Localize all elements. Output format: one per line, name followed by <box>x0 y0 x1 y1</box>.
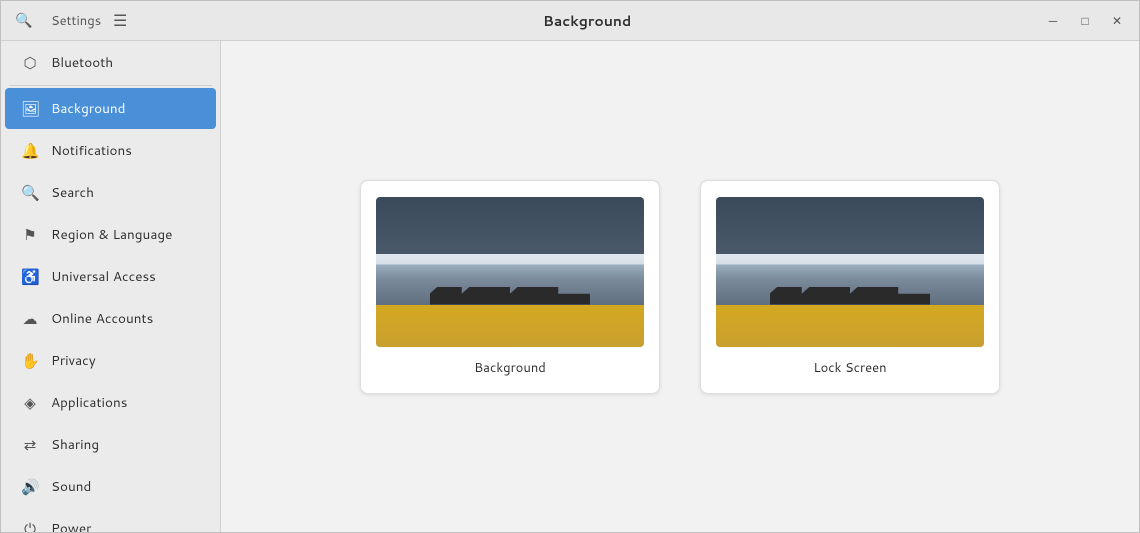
sidebar-item-applications[interactable]: ◈ Applications <box>5 382 216 423</box>
menu-icon: ☰ <box>113 11 127 31</box>
settings-window: 🔍 Settings ☰ Background ─ □ ✕ ⬡ Bluetooth… <box>0 0 1140 533</box>
sidebar-item-label-online-accounts: Online Accounts <box>51 309 153 328</box>
menu-button[interactable]: ☰ <box>105 6 135 36</box>
sidebar-item-background[interactable]: 🖼 Background <box>5 88 216 129</box>
titlebar: 🔍 Settings ☰ Background ─ □ ✕ <box>1 1 1139 41</box>
sidebar-divider-1 <box>9 85 212 86</box>
power-icon: ⏻ <box>21 518 39 532</box>
sidebar-item-notifications[interactable]: 🔔 Notifications <box>5 130 216 171</box>
online-accounts-icon: ☁ <box>21 308 39 329</box>
background-icon: 🖼 <box>21 98 39 119</box>
sidebar-item-privacy[interactable]: ✋ Privacy <box>5 340 216 381</box>
search-button[interactable]: 🔍 <box>9 6 39 36</box>
applications-icon: ◈ <box>21 392 39 413</box>
titlebar-left: 🔍 Settings ☰ <box>9 6 135 36</box>
sidebar-item-region-language[interactable]: ⚑ Region & Language <box>5 214 216 255</box>
sharing-icon: ⇄ <box>21 434 39 455</box>
sidebar-item-label-privacy: Privacy <box>51 351 96 370</box>
sidebar-item-universal-access[interactable]: ♿ Universal Access <box>5 256 216 297</box>
sidebar-item-bluetooth[interactable]: ⬡ Bluetooth <box>5 42 216 83</box>
sidebar-item-label-notifications: Notifications <box>51 141 132 160</box>
search-icon: 🔍 <box>15 12 32 29</box>
window-controls: ─ □ ✕ <box>1039 7 1131 35</box>
notifications-icon: 🔔 <box>21 140 39 161</box>
sidebar-item-sharing[interactable]: ⇄ Sharing <box>5 424 216 465</box>
sidebar-item-sound[interactable]: 🔊 Sound <box>5 466 216 507</box>
close-button[interactable]: ✕ <box>1103 7 1131 35</box>
sidebar: ⬡ Bluetooth 🖼 Background 🔔 Notifications 🔍 Sear… <box>1 41 221 532</box>
privacy-icon: ✋ <box>21 350 39 371</box>
search-icon: 🔍 <box>21 182 39 203</box>
content-area: ⬡ Bluetooth 🖼 Background 🔔 Notifications 🔍 Sear… <box>1 41 1139 532</box>
lock-screen-thumbnail <box>716 197 984 347</box>
bluetooth-icon: ⬡ <box>21 52 39 73</box>
sound-icon: 🔊 <box>21 476 39 497</box>
maximize-icon: □ <box>1081 14 1088 28</box>
sidebar-item-power[interactable]: ⏻ Power <box>5 508 216 532</box>
sidebar-item-online-accounts[interactable]: ☁ Online Accounts <box>5 298 216 339</box>
lock-screen-card-label: Lock Screen <box>813 359 886 377</box>
sidebar-item-label-universal-access: Universal Access <box>51 267 156 286</box>
maximize-button[interactable]: □ <box>1071 7 1099 35</box>
sidebar-item-label-sound: Sound <box>51 477 91 496</box>
sidebar-item-label-search: Search <box>51 183 94 202</box>
sidebar-item-label-background: Background <box>51 99 125 118</box>
region-language-icon: ⚑ <box>21 224 39 245</box>
sidebar-item-label-sharing: Sharing <box>51 435 99 454</box>
lock-screen-card[interactable]: Lock Screen <box>700 180 1000 394</box>
minimize-icon: ─ <box>1049 14 1058 28</box>
main-content: Background Lock Screen <box>221 41 1139 532</box>
app-name: Settings <box>51 12 101 30</box>
background-card[interactable]: Background <box>360 180 660 394</box>
close-icon: ✕ <box>1112 14 1122 28</box>
sidebar-item-label-power: Power <box>51 519 91 532</box>
sidebar-item-label-bluetooth: Bluetooth <box>51 53 113 72</box>
background-card-label: Background <box>474 359 546 377</box>
background-image <box>376 197 644 347</box>
sidebar-item-search[interactable]: 🔍 Search <box>5 172 216 213</box>
minimize-button[interactable]: ─ <box>1039 7 1067 35</box>
window-title: Background <box>135 11 1039 31</box>
lock-screen-image <box>716 197 984 347</box>
sidebar-item-label-region-language: Region & Language <box>51 225 172 244</box>
background-thumbnail <box>376 197 644 347</box>
universal-access-icon: ♿ <box>21 266 39 287</box>
sidebar-item-label-applications: Applications <box>51 393 127 412</box>
